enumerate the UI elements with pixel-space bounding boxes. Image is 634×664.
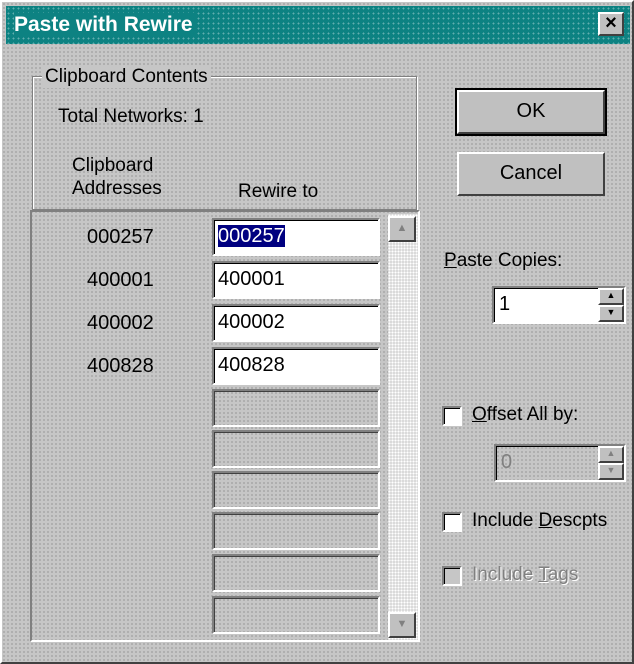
spin-down-icon[interactable]: ▼ bbox=[598, 305, 624, 322]
address-cell: 400002 bbox=[87, 312, 154, 334]
scroll-up-icon: ▲ bbox=[396, 222, 408, 234]
rewire-input[interactable]: 400002 bbox=[212, 304, 380, 342]
include-tags-checkbox bbox=[442, 566, 462, 586]
close-button[interactable]: × bbox=[598, 12, 624, 36]
rewire-input[interactable]: 400828 bbox=[212, 347, 380, 385]
rewire-input-value: 400002 bbox=[218, 311, 285, 333]
offset-value: 0 bbox=[501, 451, 513, 473]
vertical-scrollbar[interactable]: ▲ ▼ bbox=[388, 214, 418, 640]
offset-all-label[interactable]: Offset All by: bbox=[472, 404, 578, 426]
rewire-input-value: 000257 bbox=[218, 225, 285, 247]
rewire-to-header: Rewire to bbox=[238, 181, 319, 202]
paste-copies-value: 1 bbox=[499, 293, 511, 315]
rewire-input-empty bbox=[212, 471, 380, 509]
address-cell: 000257 bbox=[87, 226, 154, 248]
offset-spinner: 0 ▲ ▼ bbox=[494, 444, 626, 482]
scroll-down-button[interactable]: ▼ bbox=[388, 612, 416, 638]
offset-spin-buttons: ▲ ▼ bbox=[598, 446, 624, 480]
scroll-up-button[interactable]: ▲ bbox=[388, 216, 416, 242]
rewire-input-empty bbox=[212, 512, 380, 550]
rewire-input-value: 400001 bbox=[218, 268, 285, 290]
rewire-input-empty bbox=[212, 430, 380, 468]
paste-with-rewire-dialog: Paste with Rewire × Clipboard Contents T… bbox=[0, 0, 634, 664]
include-tags-label: Include Tags bbox=[472, 564, 579, 585]
rewire-input-value: 400828 bbox=[218, 354, 285, 376]
close-icon: × bbox=[605, 12, 617, 34]
offset-all-checkbox[interactable] bbox=[442, 406, 462, 426]
paste-copies-label: Paste Copies: bbox=[444, 250, 563, 271]
address-cell: 400828 bbox=[87, 355, 154, 377]
address-cell: 400001 bbox=[87, 269, 154, 291]
clipboard-header-line1: Clipboard bbox=[72, 155, 154, 176]
clipboard-contents-title: Clipboard Contents bbox=[42, 66, 211, 88]
include-descpts-checkbox[interactable] bbox=[442, 512, 462, 532]
window-title: Paste with Rewire bbox=[14, 13, 197, 37]
cancel-button[interactable]: Cancel bbox=[457, 152, 605, 196]
paste-copies-spinner[interactable]: 1 ▲ ▼ bbox=[492, 286, 626, 324]
clipboard-header-line2: Addresses bbox=[72, 178, 162, 199]
rewire-input-empty bbox=[212, 389, 380, 427]
spin-up-icon: ▲ bbox=[598, 446, 624, 463]
scroll-down-icon: ▼ bbox=[396, 618, 408, 630]
ok-button[interactable]: OK bbox=[455, 88, 607, 136]
spin-up-icon[interactable]: ▲ bbox=[598, 288, 624, 305]
rewire-input-empty bbox=[212, 596, 380, 634]
title-bar[interactable]: Paste with Rewire × bbox=[6, 6, 630, 44]
include-descpts-label[interactable]: Include Descpts bbox=[472, 510, 607, 532]
rewire-input-empty bbox=[212, 554, 380, 592]
spin-down-icon: ▼ bbox=[598, 463, 624, 480]
rewire-input[interactable]: 400001 bbox=[212, 261, 380, 299]
paste-copies-spin-buttons[interactable]: ▲ ▼ bbox=[598, 288, 624, 322]
total-networks-label: Total Networks: 1 bbox=[58, 106, 204, 127]
rewire-input[interactable]: 000257 bbox=[212, 218, 380, 256]
